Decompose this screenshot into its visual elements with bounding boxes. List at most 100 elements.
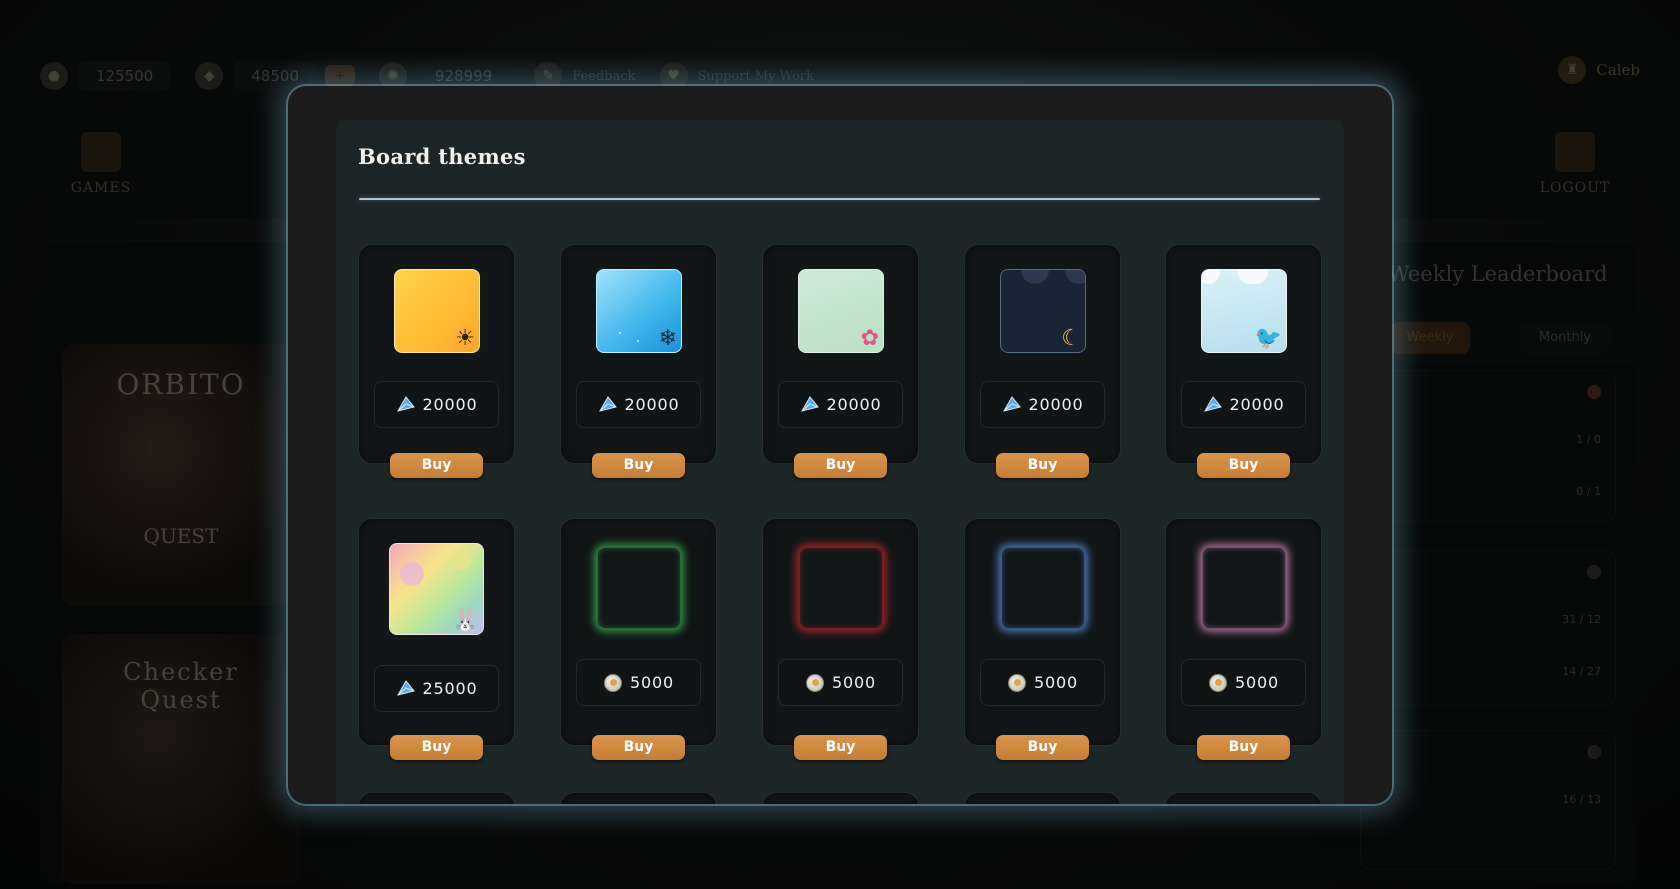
board-themes-sheet: Board themes ☀ 20000 Buy ❄ 20000 Buy ✿ 2…: [336, 120, 1344, 804]
support-label: Support My Work: [697, 68, 815, 84]
theme-swatch-neon-green[interactable]: [597, 547, 681, 629]
price-tag: 20000: [1181, 381, 1306, 428]
price-tag: 5000: [980, 659, 1105, 706]
petal-shape: [400, 562, 424, 586]
buy-button[interactable]: Buy: [996, 735, 1089, 760]
buy-button[interactable]: Buy: [794, 735, 887, 760]
buy-button[interactable]: Buy: [794, 453, 887, 478]
theme-swatch[interactable]: ☾: [1000, 269, 1086, 353]
add-diamonds-button[interactable]: +: [324, 65, 355, 87]
rank-badge-icon: [1587, 745, 1601, 759]
theme-swatch[interactable]: ❄: [596, 269, 682, 353]
price-value: 20000: [826, 395, 882, 414]
game-subtitle: QUEST: [143, 524, 219, 548]
price-tag: 20000: [778, 381, 903, 428]
user-name: Caleb: [1596, 61, 1640, 79]
leaderboard-panel: Weekly Leaderboard Weekly Monthly 1 / 0 …: [1360, 242, 1638, 882]
theme-card: 🐦 20000 Buy: [1165, 244, 1322, 478]
diamond-icon: ◆: [195, 62, 224, 90]
price-value: 20000: [1229, 395, 1285, 414]
price-tag: 5000: [576, 659, 701, 706]
theme-card: [762, 792, 919, 804]
leaderboard-tabs: Weekly Monthly: [1360, 312, 1638, 362]
diamond-icon: [1002, 395, 1022, 415]
theme-card: [964, 792, 1121, 804]
coin-icon: [805, 673, 825, 693]
score-cell: 0 / 1: [1576, 485, 1601, 498]
cardinal-icon: 🐦: [1254, 326, 1282, 351]
buy-button[interactable]: Buy: [1197, 735, 1290, 760]
logout-icon: [1555, 132, 1595, 172]
snowflake-icon: ❄: [658, 326, 677, 351]
cloud-shape: [1202, 270, 1220, 284]
price-value: 5000: [630, 673, 674, 692]
cloud-shape: [1021, 270, 1049, 284]
petal-shape: [450, 548, 472, 570]
nav-logout[interactable]: LOGOUT: [1530, 132, 1620, 196]
user-menu[interactable]: ♜ Caleb: [1558, 56, 1640, 84]
price-tag: 25000: [374, 665, 499, 712]
leaderboard-group: 31 / 12 14 / 27: [1360, 550, 1616, 706]
buy-button[interactable]: Buy: [390, 735, 483, 760]
price-value: 25000: [422, 679, 478, 698]
price-value: 20000: [422, 395, 478, 414]
coin-icon: [1208, 673, 1228, 693]
sun-icon: ☀: [455, 326, 475, 351]
price-tag: 20000: [980, 381, 1105, 428]
buy-button[interactable]: Buy: [592, 453, 685, 478]
theme-swatch[interactable]: ✿: [798, 269, 884, 353]
rank-badge-icon: [1587, 565, 1601, 579]
title-divider: [359, 198, 1320, 200]
leaderboard-group: 1 / 0 0 / 1: [1360, 370, 1616, 522]
game-title: ORBITO: [116, 368, 246, 401]
moon-icon: ☾: [1061, 326, 1081, 351]
diamond-icon: [598, 395, 618, 415]
snow-dot: [637, 340, 639, 342]
theme-card: ☀ 20000 Buy: [358, 244, 515, 478]
leaderboard-title: Weekly Leaderboard: [1388, 262, 1608, 286]
theme-swatch-neon-red[interactable]: [799, 547, 883, 629]
theme-card: ✿ 20000 Buy: [762, 244, 919, 478]
theme-card: 5000 Buy: [1165, 518, 1322, 760]
theme-swatch[interactable]: 🐦: [1201, 269, 1287, 353]
diamond-icon: [396, 395, 416, 415]
theme-swatch-neon-pink[interactable]: [1202, 547, 1286, 629]
game-card-orbito[interactable]: ORBITO QUEST: [62, 344, 300, 606]
diamond-icon: [396, 679, 416, 699]
coin-icon: ●: [40, 62, 68, 90]
diamond-icon: [800, 395, 820, 415]
theme-swatch[interactable]: ☀: [394, 269, 480, 353]
buy-button[interactable]: Buy: [390, 453, 483, 478]
score-cell: 14 / 27: [1562, 665, 1601, 678]
bunny-icon: 🐰: [451, 608, 479, 633]
theme-card: 🐰 25000 Buy: [358, 518, 515, 760]
buy-button[interactable]: Buy: [996, 453, 1089, 478]
price-value: 20000: [624, 395, 680, 414]
cloud-shape: [1238, 270, 1268, 284]
flower-icon: ✿: [860, 326, 879, 351]
game-title: Checker Quest: [123, 658, 239, 714]
buy-button[interactable]: Buy: [1197, 453, 1290, 478]
coin-icon: [1007, 673, 1027, 693]
theme-card: ☾ 20000 Buy: [964, 244, 1121, 478]
tab-monthly[interactable]: Monthly: [1520, 322, 1610, 354]
tab-weekly[interactable]: Weekly: [1390, 322, 1470, 354]
coins-stat: ● 125500: [40, 61, 172, 91]
app-stage: ● 125500 ◆ 48500 + ✺ 928999 ✎ Feedback ♥…: [0, 0, 1680, 889]
score-cell: 1 / 0: [1576, 433, 1601, 446]
buy-button[interactable]: Buy: [592, 735, 685, 760]
score-cell: 16 / 13: [1562, 793, 1601, 806]
game-card-checker[interactable]: Checker Quest: [62, 634, 300, 884]
theme-card: 5000 Buy: [762, 518, 919, 760]
snow-dot: [619, 332, 621, 334]
cloud-shape: [1065, 270, 1085, 284]
games-panel: ORBITO QUEST Checker Quest: [40, 242, 300, 884]
price-tag: 20000: [374, 381, 499, 428]
nav-games[interactable]: GAMES: [56, 132, 146, 196]
price-tag: 5000: [778, 659, 903, 706]
theme-card: [358, 792, 515, 804]
coins-value: 125500: [78, 61, 172, 91]
theme-swatch-neon-blue[interactable]: [1001, 547, 1085, 629]
theme-swatch[interactable]: 🐰: [389, 543, 484, 635]
coin-icon: [603, 673, 623, 693]
